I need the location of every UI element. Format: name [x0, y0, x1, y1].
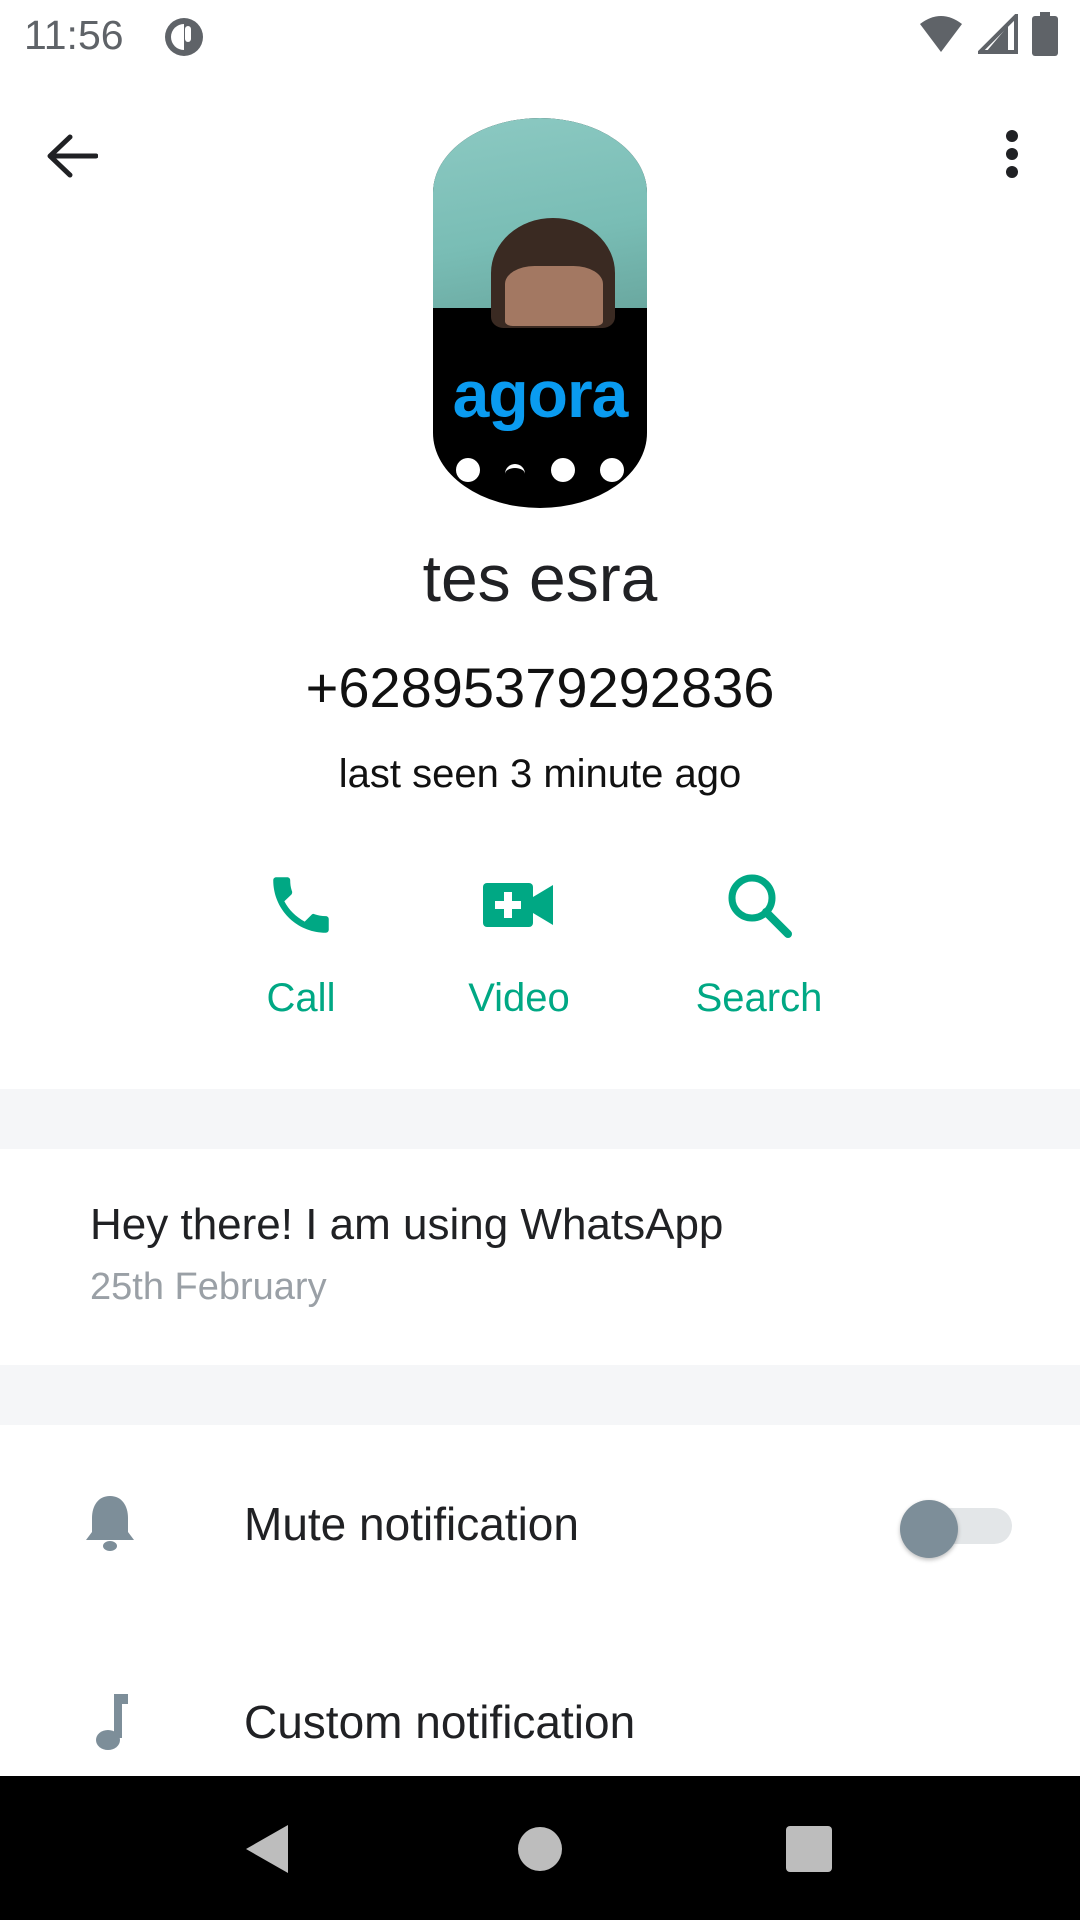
about-date: 25th February	[90, 1266, 327, 1308]
nav-home-button[interactable]	[505, 1814, 575, 1884]
custom-notification-label: Custom notification	[244, 1696, 636, 1748]
video-dot-icon	[600, 458, 625, 482]
contact-avatar[interactable]: agora	[433, 118, 647, 508]
mute-notification-toggle[interactable]	[900, 1500, 1012, 1558]
camera-switch-dot-icon	[550, 458, 575, 482]
wifi-icon	[918, 14, 964, 59]
nav-back-button[interactable]	[232, 1814, 302, 1884]
video-label: Video	[468, 976, 570, 1020]
more-options-button[interactable]	[976, 118, 1048, 190]
app-notification-icon	[163, 16, 205, 58]
search-label: Search	[695, 976, 823, 1020]
last-seen-status: last seen 3 minute ago	[338, 752, 742, 796]
nav-recents-icon	[786, 1826, 832, 1872]
mute-notification-label: Mute notification	[244, 1498, 579, 1550]
status-bar: 11:56	[0, 0, 1080, 74]
call-label: Call	[266, 976, 336, 1020]
avatar-call-controls	[433, 458, 647, 482]
section-divider	[0, 1365, 1080, 1425]
back-button[interactable]	[36, 120, 108, 192]
phone-icon	[256, 860, 346, 950]
search-icon	[714, 860, 804, 950]
video-call-button[interactable]: Video	[419, 860, 619, 1021]
status-time: 11:56	[24, 12, 124, 58]
mic-dot-icon	[455, 458, 480, 482]
section-divider	[0, 1089, 1080, 1149]
bell-icon	[82, 1490, 138, 1554]
nav-home-icon	[518, 1827, 562, 1871]
avatar-logo-text: agora	[452, 357, 629, 431]
toggle-thumb	[900, 1500, 958, 1558]
arrow-back-icon	[47, 134, 98, 178]
about-text: Hey there! I am using WhatsApp	[90, 1200, 724, 1249]
status-indicators	[918, 10, 1058, 61]
contact-phone: +628953792928​36	[305, 656, 775, 719]
more-vert-icon	[1006, 130, 1018, 178]
cell-signal-icon	[975, 10, 1018, 59]
search-button[interactable]: Search	[659, 860, 859, 1021]
call-button[interactable]: Call	[201, 860, 401, 1021]
avatar-person-face	[505, 266, 603, 326]
music-note-icon	[82, 1690, 138, 1754]
battery-icon	[1032, 11, 1058, 61]
video-call-icon	[474, 860, 564, 950]
hangup-icon	[505, 464, 526, 476]
contact-name: tes esra	[422, 541, 658, 615]
nav-back-icon	[246, 1825, 288, 1873]
nav-recents-button[interactable]	[774, 1814, 844, 1884]
